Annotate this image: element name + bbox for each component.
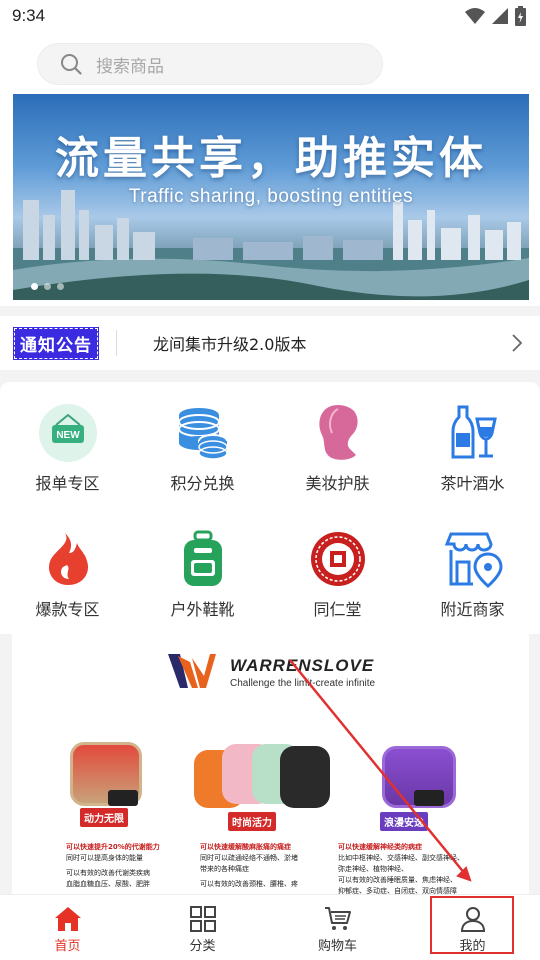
category-label: 积分兑换 (170, 474, 235, 493)
category-label: 茶叶酒水 (440, 474, 505, 493)
notice-divider (116, 330, 117, 356)
band-description-line: 同时可以提高身体的能量 (66, 854, 143, 862)
home-icon (54, 907, 81, 931)
category-label: 爆款专区 (35, 600, 100, 619)
band-description-highlight: 可以快速缓解酸麻胀痛的痛症 (200, 843, 291, 851)
carousel-indicator (31, 283, 64, 290)
tongrentang-seal-icon (307, 528, 369, 590)
category-label: 户外鞋靴 (170, 600, 235, 619)
store-location-icon (442, 528, 504, 590)
category-grid: NEW 报单专区 积分兑换 美妆护肤 茶叶酒水 爆款专区 户外鞋靴 同仁堂 附近… (0, 382, 540, 634)
category-row: NEW 报单专区 积分兑换 美妆护肤 茶叶酒水 (0, 382, 540, 508)
status-time: 9:34 (12, 6, 46, 25)
category-item-hot[interactable]: 爆款专区 (0, 508, 135, 634)
wine-bottle-glass-icon (442, 402, 504, 464)
svg-text:NEW: NEW (56, 430, 80, 441)
notice-text: 龙间集市升级2.0版本 (153, 335, 307, 354)
category-label: 美妆护肤 (305, 474, 370, 493)
coins-stack-icon (172, 402, 234, 464)
wristband-clasp (414, 790, 444, 806)
nav-cart[interactable]: 购物车 (270, 895, 405, 960)
chevron-right-icon[interactable] (510, 333, 524, 353)
nav-category[interactable]: 分类 (135, 895, 270, 960)
search-placeholder: 搜索商品 (96, 56, 164, 77)
category-item-tea-wine[interactable]: 茶叶酒水 (405, 382, 540, 508)
grid-icon (189, 906, 216, 932)
band-description-line: 带来的各种痛症 (200, 865, 249, 873)
backpack-icon (172, 528, 234, 590)
band-description-line: 抑郁症、多动症、自闭症、双向情感障 (338, 887, 457, 894)
banner-carousel[interactable]: 流量共享，助推实体 Traffic sharing, boosting enti… (13, 94, 529, 300)
band-label: 动力无限 (80, 808, 128, 827)
wristband-clasp (108, 790, 138, 806)
brand-name: WARRENSLOVE (230, 656, 375, 675)
nav-label: 首页 (54, 939, 81, 954)
app-screen: 9:34 搜索商品 流量共享，助推实体 Traffic sharing, boo… (0, 0, 540, 960)
search-bar-area: 搜索商品 (0, 34, 540, 94)
status-icons (465, 6, 526, 26)
category-item-tongrentang[interactable]: 同仁堂 (270, 508, 405, 634)
brand-tagline: Challenge the limit-create infinite (230, 678, 376, 689)
category-item-beauty[interactable]: 美妆护肤 (270, 382, 405, 508)
nav-label: 购物车 (317, 939, 357, 954)
battery-icon (515, 6, 526, 26)
category-row: 爆款专区 户外鞋靴 同仁堂 附近商家 (0, 508, 540, 634)
carousel-dot[interactable] (57, 283, 64, 290)
status-bar: 9:34 (0, 0, 540, 34)
fire-icon (37, 528, 99, 590)
category-item-baodan[interactable]: NEW 报单专区 (0, 382, 135, 508)
search-input[interactable]: 搜索商品 (37, 43, 383, 85)
band-description-line: 同时可以疏通经络不通畅、淤堵 (200, 854, 298, 862)
category-label: 同仁堂 (313, 600, 362, 619)
search-icon (61, 54, 82, 75)
banner-title: 流量共享，助推实体 (55, 133, 487, 184)
band-description-line: 血脂血糖血压、尿酸、肥胖 (66, 880, 150, 888)
carousel-dot[interactable] (44, 283, 51, 290)
new-tag-icon: NEW (37, 402, 99, 464)
notice-badge: 通知公告 (13, 326, 99, 360)
band-description: 可以快速缓解酸麻胀痛的痛症 同时可以疏通经络不通畅、淤堵 带来的各种痛症 可以有… (200, 842, 340, 890)
woman-face-icon (307, 402, 369, 464)
band-description-highlight: 可以快速提升20%的代谢能力 (66, 843, 160, 851)
nav-label: 分类 (189, 939, 216, 954)
wifi-icon (465, 8, 485, 24)
wristband-image (280, 746, 330, 808)
signal-icon (492, 8, 508, 24)
category-label: 附近商家 (440, 600, 505, 619)
banner-subtitle: Traffic sharing, boosting entities (128, 186, 414, 207)
band-description-line: 比如中枢神经、交感神经、副交感神经、 (338, 854, 464, 862)
cart-icon (324, 907, 351, 930)
nav-home[interactable]: 首页 (0, 895, 135, 960)
band-description-line: 弥走神经、植物神经、 (338, 865, 408, 873)
category-item-outdoor[interactable]: 户外鞋靴 (135, 508, 270, 634)
band-description: 可以快速缓解神经类的病症 比如中枢神经、交感神经、副交感神经、 弥走神经、植物神… (338, 842, 508, 894)
category-label: 报单专区 (35, 474, 100, 493)
notice-bar[interactable]: 通知公告 龙间集市升级2.0版本 (0, 316, 540, 370)
warrenslove-logo (168, 654, 216, 688)
band-description-line: 可以有效的改善睡眠质量、焦虑神经、 (338, 876, 457, 884)
category-item-points[interactable]: 积分兑换 (135, 382, 270, 508)
band-label: 浪漫安逸 (380, 812, 428, 831)
band-label: 时尚活力 (228, 812, 276, 831)
category-item-nearby[interactable]: 附近商家 (405, 508, 540, 634)
band-description-line: 可以有效的改善代谢类疾病 (66, 869, 150, 877)
product-poster[interactable]: WARRENSLOVE Challenge the limit-create i… (12, 634, 529, 894)
annotation-highlight-box (430, 896, 514, 954)
band-description: 可以快速提升20%的代谢能力 同时可以提高身体的能量 可以有效的改善代谢类疾病 … (66, 842, 196, 890)
band-description-highlight: 可以快速缓解神经类的病症 (338, 843, 422, 851)
carousel-dot[interactable] (31, 283, 38, 290)
band-description-line: 可以有效的改善颈椎、腰椎、疼 (200, 880, 298, 888)
banner-section: 流量共享，助推实体 Traffic sharing, boosting enti… (0, 94, 540, 306)
